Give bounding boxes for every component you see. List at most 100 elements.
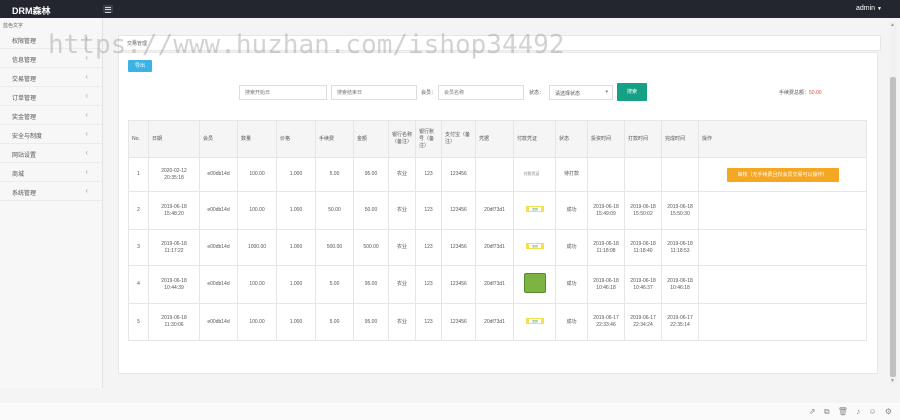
voucher-image[interactable]: [523, 273, 546, 293]
cell-date: 2019-06-18 10:44:39: [148, 265, 200, 304]
cell-no: 3: [128, 229, 149, 266]
column-header: 凭据: [475, 120, 514, 158]
cell-account: 123: [415, 303, 442, 341]
cell-cert: 20df73d1: [475, 229, 514, 266]
cell-done-time: [661, 157, 699, 192]
cell-voucher: 300: [513, 229, 556, 266]
cell-fee: 50.00: [315, 191, 354, 230]
voucher-text: 300: [532, 208, 538, 212]
top-bar: DRM森林 admin ▼: [0, 0, 900, 18]
column-header: 支付宝（备注）: [441, 120, 476, 158]
sidebar-item-security[interactable]: 安全与制度 ‹: [0, 125, 102, 144]
copy-icon[interactable]: ⧉: [824, 407, 830, 416]
sidebar-item-site-settings[interactable]: 网站设置 ‹: [0, 144, 102, 163]
cell-done-time: 2019-06-18 15:50:30: [661, 191, 699, 230]
app-logo[interactable]: DRM森林: [12, 4, 51, 17]
voucher-thumbnail[interactable]: 300: [525, 205, 544, 213]
cell-action: [698, 303, 867, 341]
voucher-thumbnail[interactable]: 300: [525, 242, 544, 250]
export-button[interactable]: 导出: [128, 60, 152, 72]
sidebar-item-label: 安全与制度: [12, 134, 43, 140]
cell-account: 123: [415, 265, 442, 304]
sidebar-item-system[interactable]: 系统管理 ‹: [0, 182, 102, 201]
cell-date: 2019-06-18 15:48:20: [148, 191, 200, 230]
review-button[interactable]: 审核（无手续费且仅会员交易可以操作）: [726, 167, 839, 182]
cell-done-time: 2019-06-18 10:46:18: [661, 265, 699, 304]
sidebar-item-label: 网站设置: [12, 153, 37, 159]
column-header: 付款凭证: [513, 120, 556, 158]
sidebar-item-mall[interactable]: 商城 ‹: [0, 163, 102, 182]
cell-member: e00db14d: [199, 157, 238, 192]
chevron-left-icon: ‹: [85, 110, 88, 119]
column-header: 投资时间: [587, 120, 625, 158]
cell-date: 2020-02-12 20:35:18: [148, 157, 200, 192]
column-header: 操作: [698, 120, 867, 158]
column-header: 价格: [276, 120, 316, 158]
cell-amount: 500.00: [353, 229, 389, 266]
cell-member: e00db14d: [199, 191, 238, 230]
cell-alipay: 123456: [441, 303, 476, 341]
chevron-left-icon: ‹: [85, 167, 88, 176]
cell-action: 审核（无手续费且仅会员交易可以操作）: [698, 157, 867, 192]
end-date-input[interactable]: [331, 85, 417, 100]
start-date-input[interactable]: [239, 85, 327, 100]
cell-no: 2: [128, 191, 149, 230]
cell-status: 待打款: [555, 157, 588, 192]
table-row: 2 2019-06-18 15:48:20 e00db14d 100.00 1.…: [128, 191, 867, 230]
cell-status: 成功: [555, 265, 588, 304]
member-input[interactable]: [438, 85, 524, 100]
sidebar-item-bonus[interactable]: 奖金管理 ‹: [0, 106, 102, 125]
broken-image-icon[interactable]: 付款凭证: [524, 171, 546, 176]
scroll-down-icon[interactable]: ▼: [890, 378, 895, 384]
cell-fee: 500.00: [315, 229, 354, 266]
scrollbar-thumb[interactable]: [890, 77, 896, 377]
sidebar-item-label: 订单管理: [12, 96, 37, 102]
user-menu[interactable]: admin ▼: [856, 5, 882, 12]
cell-date: 2019-06-18 11:30:06: [148, 303, 200, 341]
chevron-down-icon: ▼: [877, 6, 882, 12]
sidebar-title: 蓝色文字: [3, 23, 24, 29]
cell-bank: 农业: [388, 157, 416, 192]
table-row: 4 2019-06-18 10:44:39 e00db14d 100.00 1.…: [128, 265, 867, 304]
cell-cert: [475, 157, 514, 192]
cell-date: 2019-06-18 11:17:22: [148, 229, 200, 266]
cell-cert: 20df73d1: [475, 303, 514, 341]
voucher-thumbnail[interactable]: 300: [525, 317, 544, 325]
sound-icon[interactable]: ♪: [856, 407, 860, 416]
sidebar-item-label: 信息管理: [12, 58, 37, 64]
main-panel: 导出 会员： 状态： 请选择状态▾ 搜索 手续费总额：50.00 No. 日期 …: [118, 52, 878, 374]
column-header: 状态: [555, 120, 588, 158]
user-icon[interactable]: ☺: [868, 407, 876, 416]
cell-voucher: 300: [513, 303, 556, 341]
share-icon[interactable]: ⇗: [809, 407, 816, 416]
sidebar-item-label: 商城: [12, 172, 25, 178]
search-button[interactable]: 搜索: [617, 83, 647, 101]
cell-bank: 农业: [388, 303, 416, 341]
cell-cert: 20df73d1: [475, 191, 514, 230]
cell-price: 1.000: [276, 265, 316, 304]
cell-member: e00db14d: [199, 265, 238, 304]
member-label: 会员：: [421, 90, 437, 96]
sidebar-item-label: 权限管理: [12, 39, 37, 45]
cell-fee: 5.00: [315, 265, 354, 304]
status-select[interactable]: 请选择状态 ▾: [549, 85, 613, 100]
cell-qty: 1000.00: [237, 229, 277, 266]
settings-icon[interactable]: ⚙: [885, 407, 892, 416]
sidebar: 蓝色文字 权限管理 ‹ 信息管理 ‹ 交易管理 ‹ 订单管理 ‹ 奖金管理 ‹ 安全与制度…: [0, 18, 103, 388]
cell-qty: 100.00: [237, 265, 277, 304]
fee-total: 手续费总额：50.00: [779, 89, 822, 96]
cell-pay-time: 2019-06-18 11:18:40: [624, 229, 662, 266]
cell-invest-time: 2019-06-18 15:49:09: [587, 191, 625, 230]
vertical-scrollbar[interactable]: ▲ ▼: [889, 22, 897, 384]
cell-member: e00db14d: [199, 229, 238, 266]
table-row: 5 2019-06-18 11:30:06 e00db14d 100.00 1.…: [128, 303, 867, 341]
sidebar-item-orders[interactable]: 订单管理 ‹: [0, 87, 102, 106]
cell-qty: 100.00: [237, 303, 277, 341]
chevron-down-icon: ▾: [605, 89, 608, 95]
watermark: https://www.huzhan.com/ishop34492: [48, 30, 565, 60]
trash-icon[interactable]: 🗑: [838, 407, 848, 416]
scroll-up-icon[interactable]: ▲: [890, 22, 895, 28]
cell-voucher: [513, 265, 556, 304]
sidebar-item-trade[interactable]: 交易管理 ‹: [0, 68, 102, 87]
menu-toggle-button[interactable]: [103, 5, 113, 13]
